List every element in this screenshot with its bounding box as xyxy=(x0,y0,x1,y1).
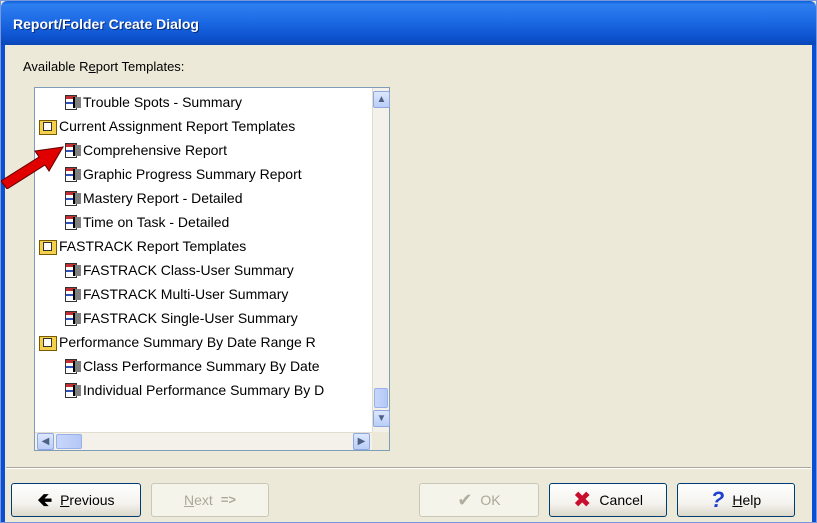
arrow-left-icon: 🡸 xyxy=(37,490,53,510)
tree-item-label: Performance Summary By Date Range R xyxy=(59,334,316,350)
report-templates-tree[interactable]: Trouble Spots - Summary Current Assignmen… xyxy=(34,87,390,451)
report-template-icon xyxy=(63,286,83,302)
tree-folder-item[interactable]: FASTRACK Report Templates xyxy=(39,235,246,257)
report-template-icon xyxy=(63,382,83,398)
report-template-icon xyxy=(63,262,83,278)
previous-button[interactable]: 🡸 Previous xyxy=(11,483,141,517)
tree-folder-item[interactable]: Current Assignment Report Templates xyxy=(39,115,295,137)
next-button-label: Next xyxy=(184,492,213,508)
tree-items: Trouble Spots - Summary Current Assignmen… xyxy=(35,88,373,432)
folder-template-icon xyxy=(39,118,59,135)
help-question-icon: ? xyxy=(710,487,725,512)
ok-button[interactable]: ✔ OK xyxy=(419,483,539,517)
tree-item-label: FASTRACK Report Templates xyxy=(59,238,247,254)
tree-item-label: Trouble Spots - Summary xyxy=(83,94,242,110)
button-bar-separator xyxy=(6,467,811,469)
tree-report-item[interactable]: Graphic Progress Summary Report xyxy=(63,163,302,185)
folder-template-icon xyxy=(39,334,59,351)
tree-item-label: Mastery Report - Detailed xyxy=(83,190,243,206)
tree-item-label: Time on Task - Detailed xyxy=(83,214,230,230)
report-template-icon xyxy=(63,214,83,230)
tree-item-label: Class Performance Summary By Date xyxy=(83,358,320,374)
tree-report-item[interactable]: Class Performance Summary By Date xyxy=(63,355,320,377)
report-template-icon xyxy=(63,142,83,158)
scroll-up-button[interactable]: ▲ xyxy=(373,91,390,108)
tree-item-label: FASTRACK Multi-User Summary xyxy=(83,286,289,302)
tree-report-item[interactable]: Individual Performance Summary By D xyxy=(63,379,324,401)
help-button-label: Help xyxy=(732,492,762,508)
tree-report-item[interactable]: Comprehensive Report xyxy=(63,139,227,161)
tree-item-label: Individual Performance Summary By D xyxy=(83,382,325,398)
next-button[interactable]: Next => xyxy=(151,483,269,517)
folder-template-icon xyxy=(39,238,59,255)
chevron-left-icon: ◀ xyxy=(41,436,50,447)
cancel-button-label: Cancel xyxy=(599,492,644,508)
horizontal-scroll-thumb[interactable] xyxy=(56,434,82,449)
chevron-right-icon: ▶ xyxy=(357,436,366,447)
tree-item-label: Current Assignment Report Templates xyxy=(59,118,296,134)
tree-report-item[interactable]: Time on Task - Detailed xyxy=(63,211,229,233)
tree-item-label: Graphic Progress Summary Report xyxy=(83,166,302,182)
tree-report-item[interactable]: Mastery Report - Detailed xyxy=(63,187,243,209)
tree-folder-item[interactable]: Performance Summary By Date Range R xyxy=(39,331,316,353)
scroll-right-button[interactable]: ▶ xyxy=(353,433,370,450)
title-bar[interactable]: Report/Folder Create Dialog xyxy=(1,1,816,45)
help-button[interactable]: ? Help xyxy=(677,483,795,517)
window-frame-right xyxy=(812,45,816,522)
available-templates-label: Available Report Templates: xyxy=(23,59,185,74)
window-title: Report/Folder Create Dialog xyxy=(13,16,199,32)
report-template-icon xyxy=(63,358,83,374)
tree-report-item[interactable]: FASTRACK Class-User Summary xyxy=(63,259,294,281)
red-arrow-pointer-icon xyxy=(1,146,64,189)
chevron-up-icon: ▲ xyxy=(376,94,387,105)
scroll-left-button[interactable]: ◀ xyxy=(37,433,54,450)
tree-item-label: FASTRACK Class-User Summary xyxy=(83,262,294,278)
dialog-window: Report/Folder Create Dialog Available Re… xyxy=(0,0,817,523)
vertical-scroll-thumb[interactable] xyxy=(374,388,388,408)
report-template-icon xyxy=(63,94,83,110)
close-icon: ✖ xyxy=(572,487,592,512)
vertical-scrollbar[interactable]: ▲ ▼ xyxy=(372,88,390,432)
cancel-button[interactable]: ✖ Cancel xyxy=(549,483,667,517)
scrollbar-corner xyxy=(372,432,389,450)
arrow-right-icon: => xyxy=(220,492,236,507)
chevron-down-icon: ▼ xyxy=(376,413,387,424)
tree-report-item[interactable]: Trouble Spots - Summary xyxy=(63,91,242,113)
tree-item-label: Comprehensive Report xyxy=(83,142,227,158)
tree-item-label: FASTRACK Single-User Summary xyxy=(83,310,298,326)
report-template-icon xyxy=(63,166,83,182)
report-template-icon xyxy=(63,310,83,326)
ok-button-label: OK xyxy=(480,492,501,508)
horizontal-scrollbar[interactable]: ◀ ▶ xyxy=(35,432,373,450)
tree-report-item[interactable]: FASTRACK Single-User Summary xyxy=(63,307,298,329)
tree-report-item[interactable]: FASTRACK Multi-User Summary xyxy=(63,283,288,305)
scroll-down-button[interactable]: ▼ xyxy=(373,410,390,427)
window-frame-left xyxy=(1,45,5,522)
checkmark-icon: ✔ xyxy=(457,490,473,510)
previous-button-label: Previous xyxy=(60,492,115,508)
report-template-icon xyxy=(63,190,83,206)
